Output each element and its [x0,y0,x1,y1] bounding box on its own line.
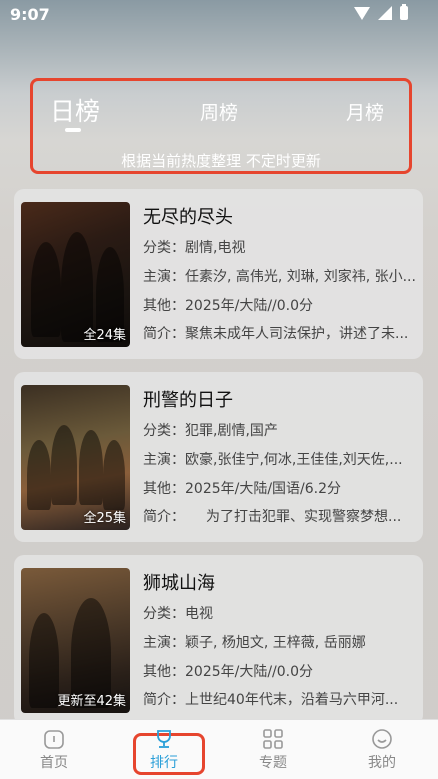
tab-monthly[interactable]: 月榜 [346,98,384,125]
trophy-icon [153,728,175,750]
show-category: 分类：剧情,电视 [143,240,246,256]
ranking-subtitle: 根据当前热度整理 不定时更新 [121,152,321,170]
smile-icon [371,728,393,750]
status-time: 9:07 [10,5,50,24]
show-other: 其他：2025年/大陆//0.0分 [143,298,314,314]
nav-rank[interactable]: 排行 [134,728,194,772]
tab-daily[interactable]: 日榜 [50,92,100,128]
show-category: 分类：犯罪,剧情,国产 [143,423,278,439]
show-intro: 简介：上世纪40年代末，沿着马六甲河... [143,692,399,708]
show-title: 狮城山海 [143,573,215,594]
show-poster: 全24集 [21,202,130,347]
show-card[interactable]: 全24集 无尽的尽头 分类：剧情,电视 主演：任素汐, 高伟光, 刘琳, 刘家祎… [14,189,423,359]
show-intro: 简介：聚焦未成年人司法保护，讲述了未... [143,326,409,342]
grid-icon [262,728,284,750]
ranking-tabs: 日榜 周榜 月榜 根据当前热度整理 不定时更新 [30,78,412,174]
show-cast: 主演：任素汐, 高伟光, 刘琳, 刘家祎, 张小... [143,269,416,285]
show-card[interactable]: 更新至42集 狮城山海 分类：电视 主演：颖子, 杨旭文, 王梓薇, 岳丽娜 其… [14,555,423,725]
nav-mine[interactable]: 我的 [352,728,412,772]
signal-icon [378,6,392,20]
home-icon [43,728,65,750]
nav-topic[interactable]: 专题 [243,728,303,772]
show-other: 其他：2025年/大陆//0.0分 [143,664,314,680]
episode-count: 全24集 [83,328,126,343]
wifi-icon [354,6,370,20]
show-poster: 更新至42集 [21,568,130,713]
show-cast: 主演：欧豪,张佳宁,何冰,王佳佳,刘天佐,... [143,452,403,468]
nav-home[interactable]: 首页 [24,728,84,772]
nav-topic-label: 专题 [259,755,287,771]
nav-rank-label: 排行 [150,755,178,771]
battery-icon [400,4,408,20]
show-title: 刑警的日子 [143,390,233,411]
episode-count: 更新至42集 [57,694,126,709]
show-cast: 主演：颖子, 杨旭文, 王梓薇, 岳丽娜 [143,635,366,651]
show-poster: 全25集 [21,385,130,530]
nav-mine-label: 我的 [368,755,396,771]
episode-count: 全25集 [83,511,126,526]
show-intro: 简介： 为了打击犯罪、实现警察梦想... [143,509,402,525]
tab-weekly[interactable]: 周榜 [200,98,238,125]
status-bar: 9:07 [0,0,438,30]
show-title: 无尽的尽头 [143,207,233,228]
status-icons [354,4,408,20]
show-other: 其他：2025年/大陆/国语/6.2分 [143,481,342,497]
nav-home-label: 首页 [40,755,68,771]
show-category: 分类：电视 [143,606,213,622]
tab-active-indicator [65,128,81,132]
show-card[interactable]: 全25集 刑警的日子 分类：犯罪,剧情,国产 主演：欧豪,张佳宁,何冰,王佳佳,… [14,372,423,542]
bottom-nav: 首页 排行 专题 我的 [0,719,438,779]
